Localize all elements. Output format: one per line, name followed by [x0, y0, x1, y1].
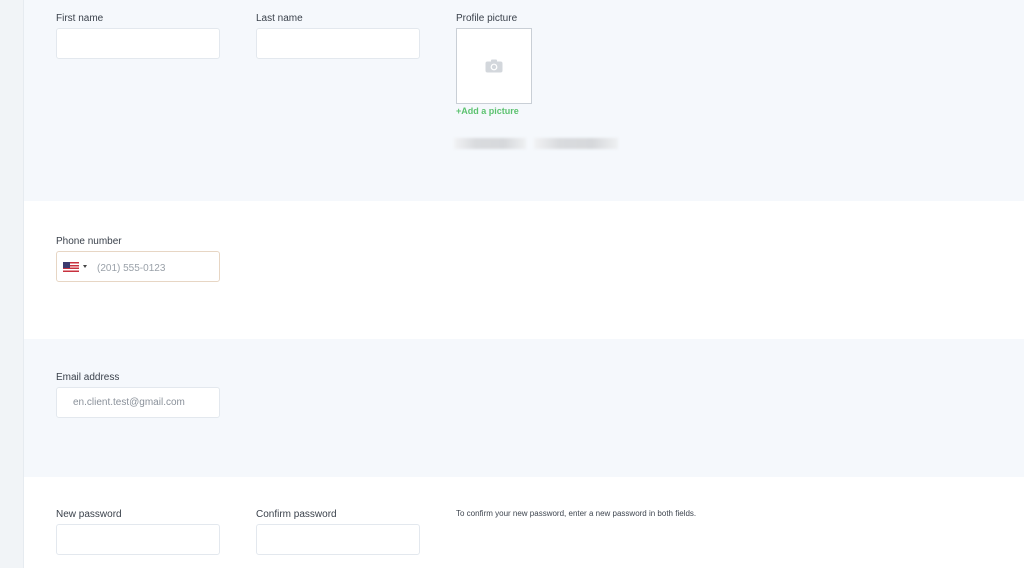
- password-section: New password Confirm password To confirm…: [24, 477, 1024, 568]
- country-selector[interactable]: [63, 262, 91, 272]
- phone-section: Phone number: [24, 201, 1024, 339]
- first-name-input[interactable]: [56, 28, 220, 59]
- blurred-info: [454, 138, 526, 149]
- last-name-input[interactable]: [256, 28, 420, 59]
- phone-number-field: [56, 251, 220, 282]
- chevron-down-icon: [83, 265, 87, 268]
- left-rail: [0, 0, 24, 568]
- blurred-info: [534, 138, 618, 149]
- last-name-label: Last name: [256, 13, 303, 24]
- confirm-password-label: Confirm password: [256, 509, 337, 520]
- camera-icon: [485, 59, 503, 73]
- password-help-text: To confirm your new password, enter a ne…: [456, 509, 697, 518]
- name-section: First name Last name Profile picture +Ad…: [24, 0, 1024, 201]
- phone-number-label: Phone number: [56, 236, 122, 247]
- us-flag-icon: [63, 262, 79, 272]
- profile-picture-upload[interactable]: [456, 28, 532, 104]
- new-password-input[interactable]: [56, 524, 220, 555]
- first-name-label: First name: [56, 13, 104, 24]
- profile-picture-label: Profile picture: [456, 13, 518, 24]
- email-input[interactable]: [56, 387, 220, 418]
- new-password-label: New password: [56, 509, 122, 520]
- confirm-password-input[interactable]: [256, 524, 420, 555]
- email-section: Email address: [24, 339, 1024, 477]
- add-picture-link[interactable]: +Add a picture: [456, 106, 519, 116]
- email-address-label: Email address: [56, 372, 120, 383]
- phone-number-input[interactable]: [95, 258, 219, 278]
